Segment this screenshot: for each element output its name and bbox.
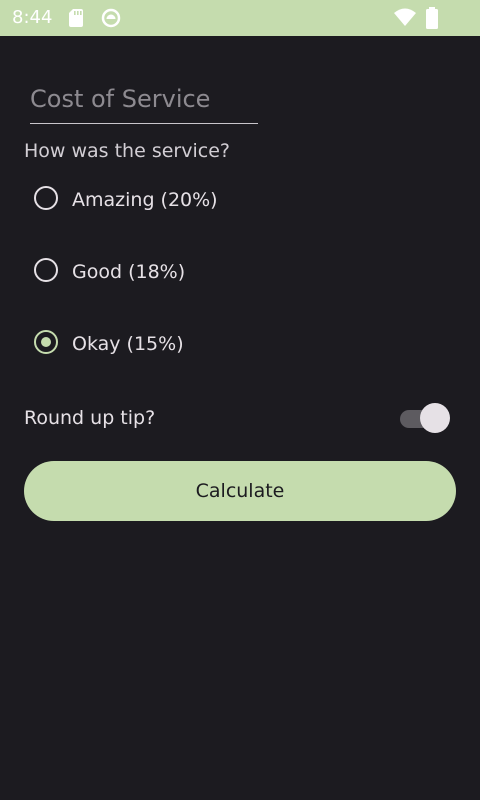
cost-of-service-field[interactable] — [30, 76, 258, 124]
sd-card-icon — [69, 9, 83, 27]
radio-button-unchecked-icon[interactable] — [34, 186, 58, 210]
radio-option-label: Good (18%) — [72, 261, 186, 283]
calculate-button[interactable]: Calculate — [24, 461, 456, 521]
round-up-tip-switch[interactable] — [398, 402, 452, 434]
radio-option-okay[interactable]: Okay (15%) — [30, 325, 290, 365]
circle-notification-icon — [101, 8, 121, 28]
radio-selected-dot — [40, 336, 51, 347]
round-up-tip-label: Round up tip? — [24, 407, 156, 429]
radio-option-label: Amazing (20%) — [72, 189, 218, 211]
wifi-icon — [394, 8, 416, 26]
cost-of-service-input[interactable] — [30, 76, 258, 122]
radio-button-unchecked-icon[interactable] — [34, 258, 58, 282]
switch-thumb[interactable] — [420, 403, 450, 433]
battery-icon — [426, 7, 438, 29]
radio-option-amazing[interactable]: Amazing (20%) — [30, 181, 290, 221]
radio-option-label: Okay (15%) — [72, 333, 184, 355]
status-time: 8:44 — [12, 7, 53, 28]
radio-option-good[interactable]: Good (18%) — [30, 253, 290, 293]
service-question-label: How was the service? — [24, 140, 230, 162]
radio-button-checked-icon[interactable] — [34, 330, 58, 354]
status-bar: 8:44 — [0, 0, 480, 36]
